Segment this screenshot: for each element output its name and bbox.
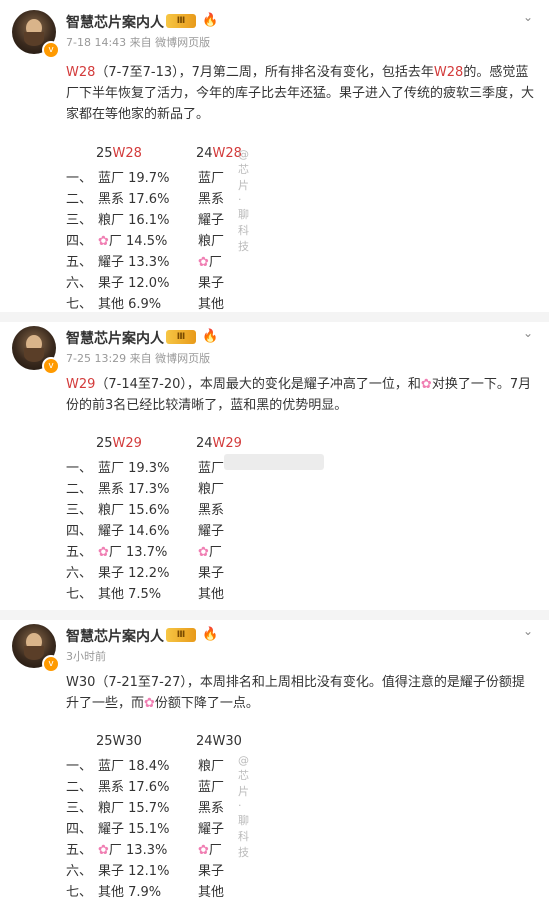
fire-icon: 🔥 (202, 13, 219, 28)
post-text: W29（7-14至7-20），本周最大的变化是耀子冲高了一位，和✿对换了一下。7… (66, 377, 532, 413)
fire-icon: 🔥 (202, 627, 219, 642)
post-meta: 7-18 14:43 来自 微博网页版 (66, 36, 211, 49)
weibo-post: v 智慧芯片案内人 Ⅲ 🔥 7-25 13:29 来自 微博网页版 ⌄ W29（… (0, 326, 549, 606)
chevron-down-icon[interactable]: ⌄ (523, 326, 533, 340)
username[interactable]: 智慧芯片案内人 (66, 626, 164, 646)
weibo-post: v 智慧芯片案内人 Ⅲ 🔥 7-18 14:43 来自 微博网页版 ⌄ W28（… (0, 10, 549, 312)
flower-icon: ✿ (98, 234, 109, 249)
flower-icon: ✿ (98, 545, 109, 560)
watermark: @ 芯片·聊科技 (238, 148, 249, 253)
flower-icon: ✿ (98, 843, 109, 858)
flower-icon: ✿ (420, 377, 432, 392)
vip-badge: Ⅲ (166, 330, 196, 344)
verified-badge-icon: v (42, 655, 60, 673)
flower-icon: ✿ (198, 843, 209, 858)
vip-badge: Ⅲ (166, 14, 196, 28)
flower-icon: ✿ (198, 545, 209, 560)
flower-icon: ✿ (144, 696, 155, 711)
blurred-watermark (224, 454, 324, 470)
verified-badge-icon: v (42, 41, 60, 59)
fire-icon: 🔥 (202, 329, 219, 344)
weibo-post: v 智慧芯片案内人 Ⅲ 🔥 3小时前 ⌄ W30（7-21至7-27），本周排名… (0, 624, 549, 900)
post-divider (0, 312, 549, 322)
post-meta: 7-25 13:29 来自 微博网页版 (66, 352, 211, 365)
post-text: W30（7-21至7-27），本周排名和上周相比没有变化。值得注意的是耀子份额提… (66, 675, 525, 711)
verified-badge-icon: v (42, 357, 60, 375)
post-text: W28（7-7至7-13），7月第二周，所有排名没有变化，包括去年W28的。感觉… (66, 65, 535, 122)
post-divider (0, 610, 549, 620)
chevron-down-icon[interactable]: ⌄ (523, 624, 533, 638)
post-meta: 3小时前 (66, 650, 106, 663)
flower-icon: ✿ (198, 255, 209, 270)
username[interactable]: 智慧芯片案内人 (66, 12, 164, 32)
chevron-down-icon[interactable]: ⌄ (523, 10, 533, 24)
watermark: @ 芯片·聊科技 (238, 754, 249, 859)
vip-badge: Ⅲ (166, 628, 196, 642)
username[interactable]: 智慧芯片案内人 (66, 328, 164, 348)
